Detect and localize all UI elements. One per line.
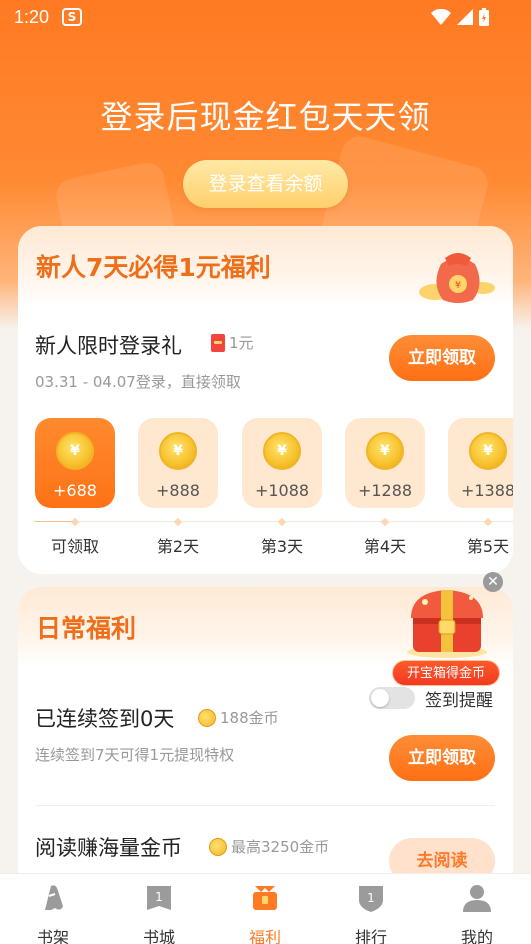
day-reward-box: ¥ +1388 xyxy=(448,418,513,508)
svg-text:1: 1 xyxy=(367,891,375,905)
coin-icon: ¥ xyxy=(56,432,94,470)
reading-title: 阅读赚海量金币 xyxy=(35,836,182,860)
profile-icon xyxy=(463,885,491,912)
day-label: 第2天 xyxy=(156,537,200,556)
bookstore-icon: 1 xyxy=(147,886,171,910)
card-title: 新人7天必得1元福利 xyxy=(36,253,271,282)
lucky-bag-icon: ¥ xyxy=(419,253,495,303)
claim-checkin-button[interactable]: 立即领取 xyxy=(389,735,495,781)
svg-text:¥: ¥ xyxy=(455,280,461,291)
signal-icon xyxy=(457,9,473,25)
day-reward-amount: +1388 xyxy=(460,481,513,500)
reward-amount: 1元 xyxy=(229,334,254,352)
close-icon[interactable]: ✕ xyxy=(483,572,503,592)
tab-profile[interactable]: 我的 xyxy=(447,882,507,944)
bookshelf-icon xyxy=(45,885,63,910)
day-reward-box: ¥ +688 xyxy=(35,418,115,508)
day-reward-item[interactable]: ¥ +1288 第4天 xyxy=(345,418,425,556)
day-reward-amount: +888 xyxy=(156,481,200,500)
day-label: 第5天 xyxy=(466,537,510,556)
newbie-task-title: 新人限时登录礼 xyxy=(35,334,182,358)
reward-tag: 1元 xyxy=(211,332,254,353)
status-time: 1:20 xyxy=(14,7,50,27)
tab-bookstore[interactable]: 1 书城 xyxy=(129,882,189,944)
divider xyxy=(36,805,495,806)
coin-icon: ¥ xyxy=(159,432,197,470)
red-packet-icon xyxy=(211,333,225,352)
ranking-icon: 1 xyxy=(359,886,383,912)
day-label: 可领取 xyxy=(50,537,99,556)
day-reward-item[interactable]: ¥ +1088 第3天 xyxy=(242,418,322,556)
track-dot xyxy=(173,517,183,527)
reading-coins: 最高3250金币 xyxy=(231,838,330,856)
svg-text:1: 1 xyxy=(155,890,163,904)
day-label: 第3天 xyxy=(260,537,304,556)
gold-coin-icon xyxy=(198,708,216,727)
tab-bookshelf[interactable]: 书架 xyxy=(23,882,83,944)
card-title: 日常福利 xyxy=(36,614,137,643)
checkin-reminder-label: 签到提醒 xyxy=(425,691,493,711)
checkin-reminder-toggle[interactable] xyxy=(369,687,415,709)
app-notification-icon: S xyxy=(62,8,82,26)
tab-welfare[interactable]: 福利 xyxy=(235,882,295,944)
checkin-coins-tag: 188金币 xyxy=(198,707,279,728)
treasure-chest-icon xyxy=(407,590,487,658)
treasure-chest-label: 开宝箱得金币 xyxy=(392,660,500,686)
coin-icon: ¥ xyxy=(263,432,301,470)
treasure-chest-widget[interactable]: ✕ 开宝箱得金币 xyxy=(389,570,503,688)
day-label: 第4天 xyxy=(363,537,407,556)
track-line xyxy=(35,521,513,522)
day-reward-amount: +1288 xyxy=(357,481,413,500)
checkin-coins: 188金币 xyxy=(220,709,279,727)
tab-label: 排行 xyxy=(354,928,387,944)
status-bar: 1:20 S xyxy=(0,0,531,36)
track-dot xyxy=(380,517,390,527)
wifi-icon xyxy=(431,9,451,25)
day-reward-amount: +688 xyxy=(53,481,97,500)
newbie-welfare-card: 新人7天必得1元福利 ¥ 新人限时登录礼 1元 03.31 - 04.07登录，… xyxy=(18,226,513,574)
tab-ranking[interactable]: 1 排行 xyxy=(341,882,401,944)
checkin-subtitle: 连续签到7天可得1元提现特权 xyxy=(35,746,235,764)
daily-reward-track: ¥ +688 可领取 ¥ +888 第2天 ¥ +1088 第3天 ¥ +128… xyxy=(35,418,513,558)
login-view-balance-button[interactable]: 登录查看余额 xyxy=(183,160,348,208)
day-reward-box: ¥ +1088 xyxy=(242,418,322,508)
battery-icon xyxy=(479,8,489,26)
claim-newbie-button[interactable]: 立即领取 xyxy=(389,335,495,381)
day-reward-amount: +1088 xyxy=(254,481,310,500)
track-dot xyxy=(70,517,80,527)
hero-title: 登录后现金红包天天领 xyxy=(100,98,431,136)
day-reward-item[interactable]: ¥ +888 第2天 xyxy=(138,418,218,556)
coin-icon: ¥ xyxy=(366,432,404,470)
newbie-task-subtitle: 03.31 - 04.07登录，直接领取 xyxy=(35,373,241,391)
bottom-tab-bar: 书架 1 书城 福利 1 排行 我的 xyxy=(0,873,531,944)
tab-label: 我的 xyxy=(460,928,493,944)
track-line-progress xyxy=(35,521,75,522)
card-header: 新人7天必得1元福利 ¥ xyxy=(18,226,513,306)
day-reward-box: ¥ +1288 xyxy=(345,418,425,508)
track-dot xyxy=(277,517,287,527)
day-reward-item[interactable]: ¥ +688 可领取 xyxy=(35,418,115,556)
day-reward-box: ¥ +888 xyxy=(138,418,218,508)
tab-label: 书架 xyxy=(36,928,69,944)
track-dot xyxy=(483,517,493,527)
gift-icon xyxy=(253,886,277,910)
reading-coins-tag: 最高3250金币 xyxy=(209,836,329,857)
tab-label: 福利 xyxy=(248,928,281,944)
day-reward-item[interactable]: ¥ +1388 第5天 xyxy=(448,418,513,556)
gold-coin-icon xyxy=(209,837,227,856)
tab-label: 书城 xyxy=(142,928,175,944)
coin-icon: ¥ xyxy=(469,432,507,470)
checkin-title: 已连续签到0天 xyxy=(35,707,175,731)
